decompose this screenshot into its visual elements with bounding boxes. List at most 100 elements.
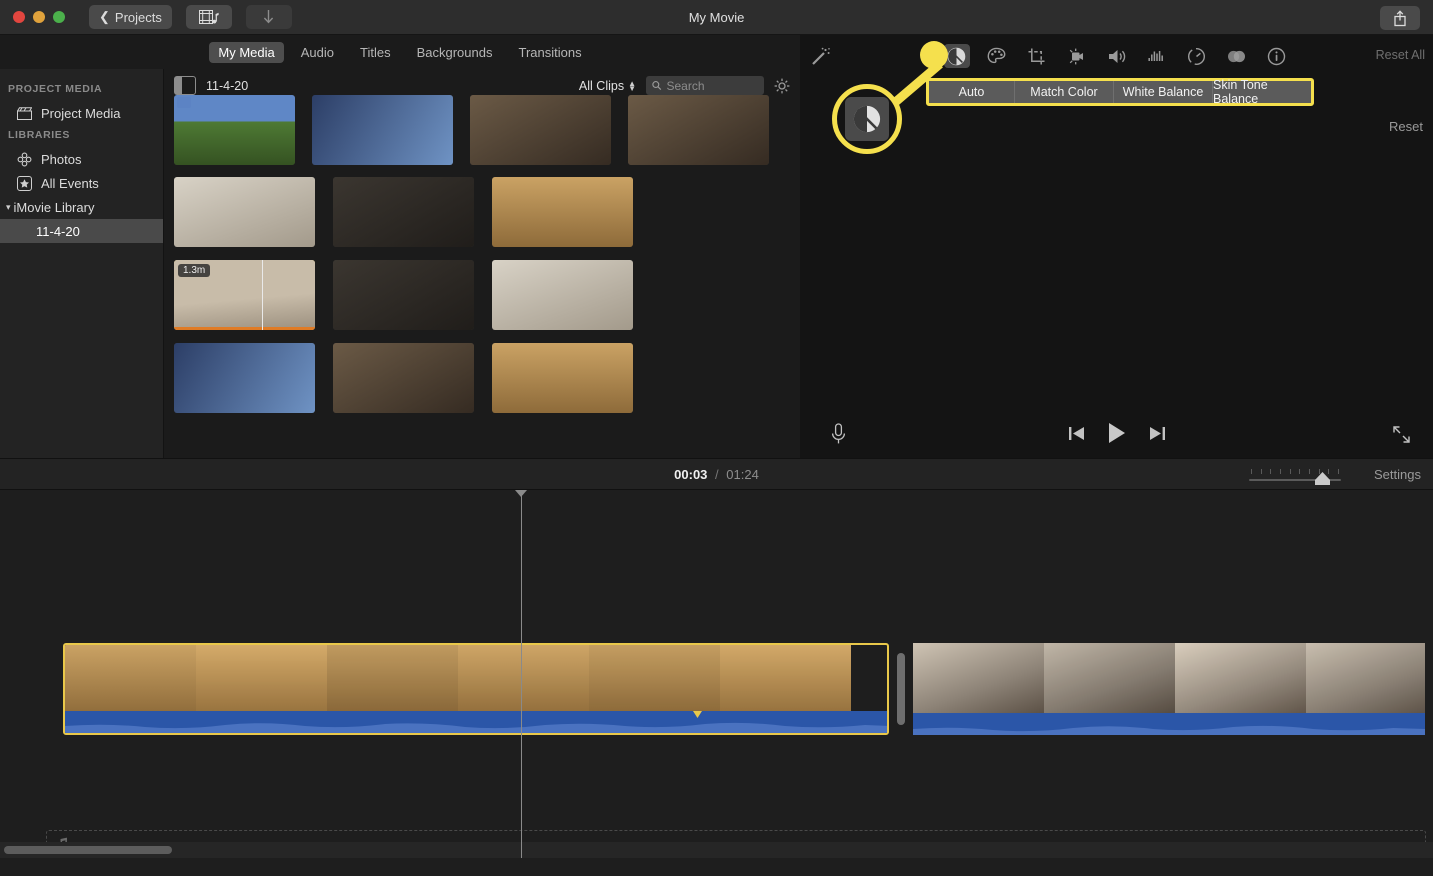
skip-forward-icon[interactable] [1149,426,1166,441]
sidebar-item-label: 11-4-20 [36,223,80,239]
timeline-zoom-slider[interactable] [1249,464,1341,486]
film-frame [1175,643,1306,713]
import-media-button[interactable] [245,5,292,29]
segment-white-balance[interactable]: White Balance [1114,81,1213,103]
favorite-marker [177,97,191,108]
search-input[interactable] [666,78,758,93]
timeline-toolbar: 00:03 / 01:24 Settings [0,458,1433,490]
clip-row [174,343,790,413]
skip-back-icon[interactable] [1068,426,1085,441]
play-icon[interactable] [1107,422,1127,444]
timeline-scrollbar[interactable] [0,842,1433,858]
reset-all-button[interactable]: Reset All [1376,48,1425,62]
clip-art [470,95,611,165]
clip-thumbnail-two-girls-bed[interactable] [492,177,633,247]
clip-row [174,177,790,247]
clip-duration-badge: 1.3m [178,264,211,277]
sidebar-item-event-11-4-20[interactable]: 11-4-20 [0,219,163,243]
sidebar-item-label: All Events [41,175,99,191]
clip-thumbnail-lmu-campus[interactable] [174,95,295,165]
sidebar-header-libraries: LIBRARIES [8,129,70,141]
sidebar-item-all-events[interactable]: All Events [0,171,163,195]
clip-thumbnail-fall-decor-b[interactable] [628,95,769,165]
color-correction-icon[interactable] [984,44,1010,68]
timeline-settings-button[interactable]: Settings [1374,467,1421,482]
media-browser-button[interactable] [185,5,232,29]
zoom-button[interactable] [53,11,65,23]
clip-thumbnail-lmu-banner[interactable] [312,95,453,165]
timeline-clip-2[interactable] [913,643,1425,735]
clip-thumbnail-night-scene[interactable] [174,343,315,413]
timeline[interactable] [0,490,1433,858]
playhead-handle[interactable] [515,490,527,497]
tab-transitions[interactable]: Transitions [509,42,590,63]
crop-icon[interactable] [1024,44,1050,68]
tab-backgrounds[interactable]: Backgrounds [408,42,502,63]
clip-art [174,343,315,413]
scrollbar-thumb[interactable] [4,846,172,854]
chevron-updown-icon: ▲ ▼ [628,78,636,93]
volume-icon[interactable] [1104,44,1130,68]
sidebar-item-label: iMovie Library [13,199,95,215]
filter-icon[interactable] [1224,44,1250,68]
tab-titles[interactable]: Titles [351,42,400,63]
sidebar-item-photos[interactable]: Photos [0,147,163,171]
clip-thumbnail-desk-girl[interactable] [333,177,474,247]
tab-my-media[interactable]: My Media [209,41,284,63]
share-button[interactable] [1380,6,1420,30]
stabilization-icon[interactable] [1064,44,1090,68]
close-button[interactable] [13,11,25,23]
tab-audio[interactable]: Audio [292,42,343,63]
search-field[interactable] [646,76,764,95]
clip-thumbnail-fall-decor-a[interactable] [470,95,611,165]
info-icon[interactable] [1264,44,1290,68]
clip-thumbnail-room-wall[interactable] [333,260,474,330]
share-icon [1394,9,1406,26]
film-music-icon [198,9,219,24]
minimize-button[interactable] [33,11,45,23]
all-clips-label: All Clips [578,78,625,93]
projects-button[interactable]: ❮ Projects [89,5,172,29]
clip-art [333,343,474,413]
clip-audio-waveform [65,711,887,733]
clip-thumbnail-hair-closeup[interactable] [492,343,633,413]
segment-auto[interactable]: Auto [929,81,1015,103]
film-frame [65,645,196,715]
clip-trim-handle[interactable] [897,653,905,725]
expand-arrows-icon[interactable] [1392,425,1411,449]
film-frame [1044,643,1175,713]
reset-button[interactable]: Reset [1389,119,1423,134]
timeline-clip-1[interactable] [63,643,889,735]
inspector-toolbar: Reset All [800,35,1433,77]
inspector-tool-buttons [800,35,1433,77]
clip-art [492,177,633,247]
projects-button-label: Projects [114,9,162,25]
sidebar-item-project-media[interactable]: Project Media [0,101,163,125]
equalizer-icon[interactable] [1144,44,1170,68]
gear-icon[interactable] [774,78,790,94]
sidebar-item-imovie-library[interactable]: ▾ iMovie Library [0,195,163,219]
speed-icon[interactable] [1184,44,1210,68]
imovie-window: ❮ Projects My Movie My Media Audio Title… [0,0,1433,876]
clip-thumbnail-group-photo[interactable] [333,343,474,413]
clip-grid: 1.3m [164,95,800,413]
disclosure-triangle-icon[interactable]: ▾ [6,202,11,213]
timeline-playhead[interactable] [515,490,527,858]
callout-target-dot [920,41,948,69]
clip-row [174,95,790,165]
clip-thumbnail-bathroom[interactable] [492,260,633,330]
clip-art [333,260,474,330]
segment-skin-tone-balance[interactable]: Skin Tone Balance [1213,78,1311,106]
window-controls [13,11,65,23]
clip-thumbnail-selected[interactable]: 1.3m [174,260,315,330]
waveform-shape [65,722,887,733]
all-clips-dropdown[interactable]: All Clips ▲ ▼ [579,79,636,93]
clip-thumbnail-dorm-room[interactable] [174,177,315,247]
film-frame [196,645,327,715]
callout-color-balance-icon [845,97,889,141]
clip-filmstrip [913,643,1425,713]
sidebar-toggle-icon[interactable] [174,76,196,95]
download-arrow-icon [264,10,274,24]
segment-match-color[interactable]: Match Color [1015,81,1114,103]
film-frame [1306,643,1425,713]
